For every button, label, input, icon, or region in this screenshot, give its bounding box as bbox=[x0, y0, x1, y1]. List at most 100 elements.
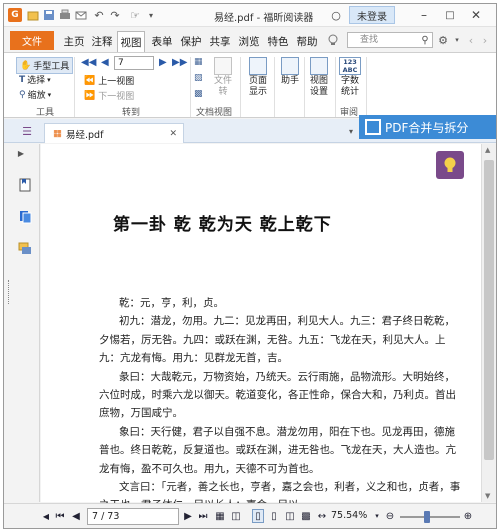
navigation-sidebar: ▶ bbox=[4, 144, 40, 502]
merge-split-icon bbox=[365, 119, 381, 135]
menu-protect[interactable]: 保护 bbox=[179, 32, 203, 50]
goto-page-input[interactable]: 7 bbox=[114, 56, 154, 70]
scrollbar-thumb[interactable] bbox=[484, 160, 494, 460]
settings-icon[interactable]: ⚙ bbox=[436, 33, 450, 47]
menu-browse[interactable]: 浏览 bbox=[237, 32, 261, 50]
menu-home[interactable]: 主页 bbox=[62, 32, 86, 50]
view-settings-button[interactable]: 视图 设置 bbox=[306, 57, 332, 98]
tab-close-icon[interactable]: ✕ bbox=[169, 129, 177, 139]
view-mode-icon[interactable]: ▦ bbox=[214, 509, 226, 523]
facing-view-icon[interactable]: ◫ bbox=[284, 509, 296, 523]
sidebar-expand-icon[interactable]: ▶ bbox=[14, 146, 28, 160]
menu-features[interactable]: 特色 bbox=[266, 32, 290, 50]
single-page-icon[interactable]: ▦ bbox=[194, 57, 203, 67]
prev-page-icon[interactable]: ◀ bbox=[101, 57, 109, 68]
tab-document[interactable]: ▦ 易经.pdf ✕ bbox=[44, 123, 184, 143]
view-settings-icon bbox=[310, 57, 328, 75]
pdf-merge-split-banner[interactable]: PDF合并与拆分 bbox=[359, 115, 496, 139]
bookmark-panel-icon[interactable] bbox=[18, 178, 32, 192]
vertical-scrollbar[interactable]: ▲ ▼ bbox=[481, 144, 496, 502]
title-bar: G ↶ ↷ ☞ ▾ 易经.pdf - 福昕阅读器 ○ 未登录 – □ ✕ bbox=[4, 4, 496, 27]
zoom-slider-track[interactable] bbox=[400, 516, 460, 518]
tools-group-label: 工具 bbox=[36, 108, 55, 118]
zoom-level[interactable]: 75.54% bbox=[331, 510, 367, 521]
menu-form[interactable]: 表单 bbox=[150, 32, 174, 50]
zoom-button[interactable]: ⚲ 缩放 ▾ bbox=[19, 88, 51, 102]
reflow-button[interactable]: 文件 转 bbox=[212, 57, 234, 98]
assistant-button[interactable]: 助手 bbox=[277, 57, 303, 87]
menu-comment[interactable]: 注释 bbox=[90, 32, 114, 50]
hand-tool-button[interactable]: ✋ 手型工具 bbox=[16, 57, 74, 74]
last-page-icon[interactable]: ▶▶ bbox=[172, 57, 187, 68]
goto-group-label: 转到 bbox=[122, 108, 141, 118]
sidebar-resize-handle[interactable] bbox=[8, 280, 10, 304]
undo-icon[interactable]: ↶ bbox=[92, 8, 106, 22]
single-page-view-icon[interactable]: ▯ bbox=[252, 509, 264, 523]
prev-page-bottom-icon[interactable]: ◀ bbox=[70, 509, 82, 523]
select-tool-icon[interactable]: ☞ bbox=[128, 8, 142, 22]
next-page-bottom-icon[interactable]: ▶ bbox=[182, 509, 194, 523]
app-logo-icon[interactable]: G bbox=[8, 8, 22, 22]
zoom-slider-thumb[interactable] bbox=[424, 511, 430, 523]
tab-menu-icon[interactable]: ☰ bbox=[20, 124, 34, 138]
next-page-icon[interactable]: ▶ bbox=[159, 57, 167, 68]
previous-view-button[interactable]: ⏪ 上一视图 bbox=[84, 74, 134, 88]
comments-panel-icon[interactable] bbox=[18, 242, 32, 256]
select-dropdown-icon: ▾ bbox=[47, 75, 51, 84]
ribbon-divider bbox=[274, 57, 275, 117]
page-number-field[interactable]: 7 / 73 bbox=[87, 508, 179, 525]
word-count-button[interactable]: 123 ABC 字数 统计 bbox=[337, 57, 363, 98]
reflow-icon bbox=[214, 57, 232, 75]
lightbulb-menu-icon[interactable] bbox=[326, 33, 340, 47]
zoom-out-icon[interactable]: ⊖ bbox=[384, 509, 396, 523]
scroll-left-icon[interactable]: ◀ bbox=[40, 509, 52, 523]
page-display-icon bbox=[249, 57, 267, 75]
paragraph: 彖曰：大哉乾元，万物资始，乃统天。云行雨施，品物流形。大明始终，六位时成，时乘六… bbox=[99, 370, 456, 420]
page-thumbnails-icon[interactable] bbox=[18, 210, 32, 224]
facing-page-icon[interactable]: ▩ bbox=[194, 89, 203, 99]
menu-view[interactable]: 视图 bbox=[117, 31, 145, 52]
login-button[interactable]: 未登录 bbox=[349, 6, 395, 24]
customize-icon[interactable]: ▾ bbox=[144, 8, 158, 22]
menu-bar: 文件 主页 注释 视图 表单 保护 共享 浏览 特色 帮助 查找 ⚲ ⚙ ▾ ‹… bbox=[4, 28, 496, 52]
zoom-in-icon[interactable]: ⊕ bbox=[462, 509, 474, 523]
file-menu-button[interactable]: 文件 bbox=[10, 31, 54, 50]
mail-icon[interactable] bbox=[74, 8, 88, 22]
redo-icon[interactable]: ↷ bbox=[108, 8, 122, 22]
close-icon[interactable]: ✕ bbox=[466, 6, 486, 24]
tips-lightbulb-icon[interactable] bbox=[436, 151, 464, 179]
account-icon[interactable]: ○ bbox=[326, 6, 346, 24]
ribbon-divider bbox=[366, 57, 367, 117]
zoom-icon: ⚲ bbox=[19, 89, 26, 100]
first-page-icon[interactable]: ◀◀ bbox=[81, 57, 96, 68]
continuous-page-icon[interactable]: ▧ bbox=[194, 73, 203, 83]
search-icon[interactable]: ⚲ bbox=[418, 33, 432, 47]
tab-list-dropdown-icon[interactable]: ▾ bbox=[344, 124, 358, 138]
fit-width-icon[interactable]: ↔ bbox=[316, 509, 328, 523]
menu-share[interactable]: 共享 bbox=[208, 32, 232, 50]
chapter-heading: 第一卦 乾 乾为天 乾上乾下 bbox=[113, 215, 332, 235]
page-display-button[interactable]: 页面 显示 bbox=[245, 57, 271, 98]
scroll-down-icon[interactable]: ▼ bbox=[485, 492, 490, 500]
menu-help[interactable]: 帮助 bbox=[295, 32, 319, 50]
first-page-bottom-icon[interactable]: ⏮ bbox=[54, 509, 66, 523]
page-export-icon[interactable]: ◫ bbox=[230, 509, 242, 523]
continuous-view-icon[interactable]: ▯ bbox=[268, 509, 280, 523]
last-page-bottom-icon[interactable]: ⏭ bbox=[197, 509, 209, 523]
maximize-icon[interactable]: □ bbox=[440, 6, 460, 24]
forward-icon[interactable]: › bbox=[478, 33, 492, 47]
continuous-facing-view-icon[interactable]: ▩ bbox=[300, 509, 312, 523]
status-bar: ◀ ⏮ ◀ 7 / 73 ▶ ⏭ ▦ ◫ ▯ ▯ ◫ ▩ ↔ 75.54% ▾ … bbox=[4, 503, 496, 528]
settings-dropdown-icon[interactable]: ▾ bbox=[450, 33, 464, 47]
word-count-icon: 123 ABC bbox=[339, 57, 361, 75]
scroll-up-icon[interactable]: ▲ bbox=[485, 146, 490, 154]
open-icon[interactable] bbox=[26, 8, 40, 22]
minimize-icon[interactable]: – bbox=[414, 6, 434, 24]
print-icon[interactable] bbox=[58, 8, 72, 22]
next-view-button[interactable]: ⏩ 下一视图 bbox=[84, 89, 134, 103]
save-icon[interactable] bbox=[42, 8, 56, 22]
zoom-dropdown-icon[interactable]: ▾ bbox=[371, 509, 383, 523]
select-button[interactable]: T 选择 ▾ bbox=[19, 73, 51, 87]
ribbon-divider bbox=[304, 57, 305, 117]
back-icon[interactable]: ‹ bbox=[464, 33, 478, 47]
